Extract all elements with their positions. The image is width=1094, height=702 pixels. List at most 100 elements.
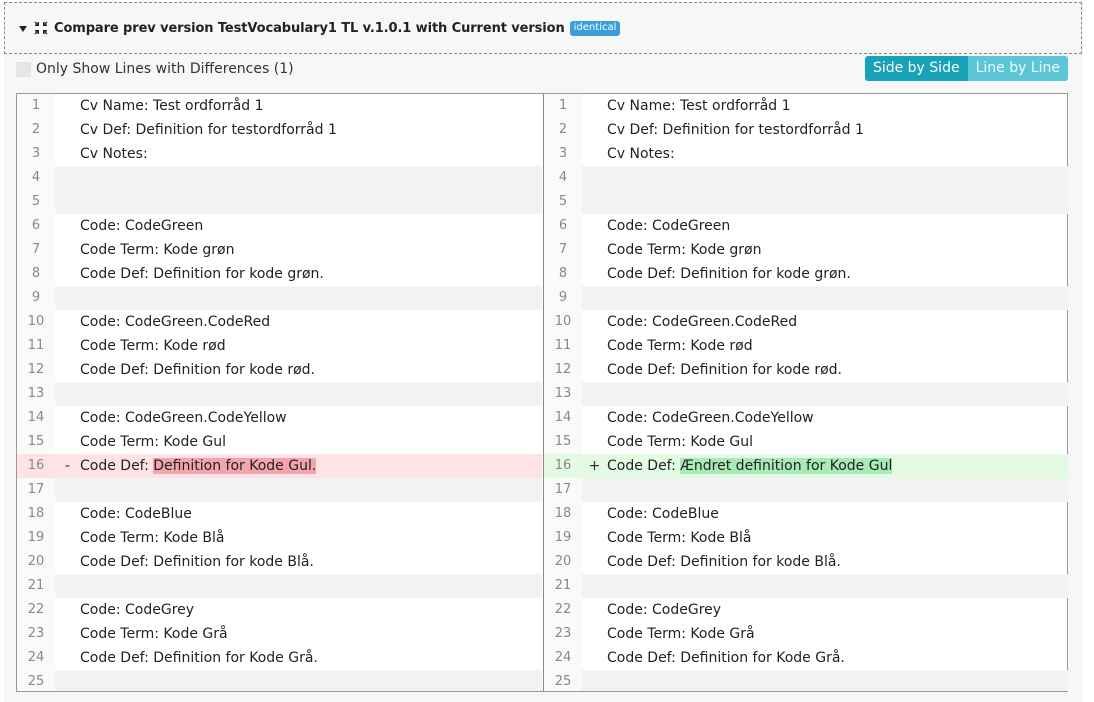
- line-number: 10: [17, 310, 55, 334]
- diff-line: 12 Code Def: Definition for kode rød.: [17, 358, 542, 382]
- line-by-line-button[interactable]: Line by Line: [967, 56, 1068, 81]
- line-content: Code Term: Kode Gul: [80, 434, 227, 450]
- line-number: 13: [544, 382, 582, 406]
- line-content: Code Term: Kode Blå: [607, 530, 752, 546]
- line-number: 22: [544, 598, 582, 622]
- line-number: 4: [17, 166, 55, 190]
- diff-marker: [55, 598, 80, 622]
- line-content: Code: CodeGrey: [607, 602, 722, 618]
- line-content: [80, 166, 542, 190]
- diff-line: 20 Code Def: Definition for kode Blå.: [17, 550, 542, 574]
- diff-marker: [582, 214, 607, 238]
- line-number: 14: [544, 406, 582, 430]
- diff-line: 12 Code Def: Definition for kode rød.: [544, 358, 1068, 382]
- line-number: 15: [17, 430, 55, 454]
- diff-marker: [55, 286, 80, 310]
- only-diff-toggle[interactable]: Only Show Lines with Differences (1): [16, 61, 294, 77]
- diff-line: 2 Cv Def: Definition for testordforråd 1: [544, 118, 1068, 142]
- line-number: 24: [544, 646, 582, 670]
- line-number: 18: [17, 502, 55, 526]
- line-number: 6: [17, 214, 55, 238]
- diff-line: 21: [17, 574, 542, 598]
- line-number: 8: [17, 262, 55, 286]
- diff-line: 10 Code: CodeGreen.CodeRed: [17, 310, 542, 334]
- only-diff-checkbox[interactable]: [16, 61, 31, 77]
- line-content: Code: CodeGrey: [80, 602, 195, 618]
- line-content: Code Term: Kode Blå: [80, 530, 225, 546]
- diff-marker: [582, 286, 607, 310]
- diff-marker: [55, 382, 80, 406]
- line-number: 19: [544, 526, 582, 550]
- diff-line: 11 Code Term: Kode rød: [17, 334, 542, 358]
- diff-marker: [55, 670, 80, 691]
- diff-marker: [55, 358, 80, 382]
- diff-marker: [582, 358, 607, 382]
- line-number: 25: [17, 670, 55, 691]
- line-number: 6: [544, 214, 582, 238]
- side-by-side-button[interactable]: Side by Side: [864, 56, 968, 81]
- diff-marker: [582, 94, 607, 118]
- diff-line: 13: [17, 382, 542, 406]
- line-number: 17: [17, 478, 55, 502]
- diff-view: 1 Cv Name: Test ordforråd 1 2 Cv Def: Defin…: [16, 93, 1068, 692]
- line-content: Code Term: Kode grøn: [80, 242, 235, 258]
- diff-line: 15 Code Term: Kode Gul: [544, 430, 1068, 454]
- diff-line: 14 Code: CodeGreen.CodeYellow: [544, 406, 1068, 430]
- diff-marker: [582, 142, 607, 166]
- added-text: Ændret definition for Kode Gul: [680, 458, 893, 474]
- line-number: 9: [544, 286, 582, 310]
- diff-marker: [55, 550, 80, 574]
- diff-pane-current[interactable]: 1 Cv Name: Test ordforråd 1 2 Cv Def: Defin…: [543, 94, 1068, 691]
- diff-marker: [582, 334, 607, 358]
- line-prefix: Code Def:: [80, 458, 154, 474]
- line-content: Code Term: Kode Grå: [80, 626, 228, 642]
- line-content: Code: CodeBlue: [607, 506, 719, 522]
- line-content: Code: CodeGreen.CodeRed: [607, 314, 798, 330]
- diff-line: 8 Code Def: Definition for kode grøn.: [17, 262, 542, 286]
- line-content: Code Def: Definition for kode Blå.: [80, 554, 314, 570]
- diff-pane-previous[interactable]: 1 Cv Name: Test ordforråd 1 2 Cv Def: Defin…: [17, 94, 542, 691]
- diff-line: 16 + Code Def: Ændret definition for Kode …: [544, 454, 1068, 478]
- line-content: [607, 478, 1068, 502]
- diff-marker: [582, 550, 607, 574]
- line-content: Cv Def: Definition for testordforråd 1: [607, 122, 864, 138]
- line-content: [80, 190, 542, 214]
- diff-marker: [582, 190, 607, 214]
- diff-marker: -: [55, 454, 80, 478]
- diff-line: 3 Cv Notes:: [544, 142, 1068, 166]
- diff-line: 4: [544, 166, 1068, 190]
- diff-marker: [55, 646, 80, 670]
- line-number: 1: [17, 94, 55, 118]
- line-number: 7: [544, 238, 582, 262]
- compress-arrows-icon[interactable]: [34, 21, 48, 35]
- line-number: 15: [544, 430, 582, 454]
- diff-line: 7 Code Term: Kode grøn: [17, 238, 542, 262]
- compare-title: Compare prev version TestVocabulary1 TL …: [54, 20, 565, 36]
- diff-marker: [582, 382, 607, 406]
- diff-line: 5: [17, 190, 542, 214]
- line-prefix: Code Def:: [607, 458, 681, 474]
- diff-marker: [582, 118, 607, 142]
- diff-line: 19 Code Term: Kode Blå: [544, 526, 1068, 550]
- diff-marker: [55, 238, 80, 262]
- line-content: Cv Name: Test ordforråd 1: [607, 98, 791, 114]
- line-content: [607, 382, 1068, 406]
- line-content: Code Term: Kode rød: [607, 338, 753, 354]
- diff-marker: [582, 622, 607, 646]
- line-content: Code Term: Kode rød: [80, 338, 226, 354]
- diff-marker: [55, 478, 80, 502]
- line-content: [607, 286, 1068, 310]
- diff-line: 22 Code: CodeGrey: [17, 598, 542, 622]
- line-number: 17: [544, 478, 582, 502]
- diff-marker: [582, 646, 607, 670]
- line-content: Code Def: Definition for Kode Gul.: [80, 454, 542, 478]
- diff-marker: [55, 574, 80, 598]
- line-number: 24: [17, 646, 55, 670]
- line-number: 21: [17, 574, 55, 598]
- diff-marker: [582, 574, 607, 598]
- caret-down-icon[interactable]: [19, 25, 27, 32]
- diff-marker: [55, 406, 80, 430]
- diff-marker: [582, 262, 607, 286]
- line-number: 5: [17, 190, 55, 214]
- compare-header[interactable]: Compare prev version TestVocabulary1 TL …: [4, 2, 1082, 54]
